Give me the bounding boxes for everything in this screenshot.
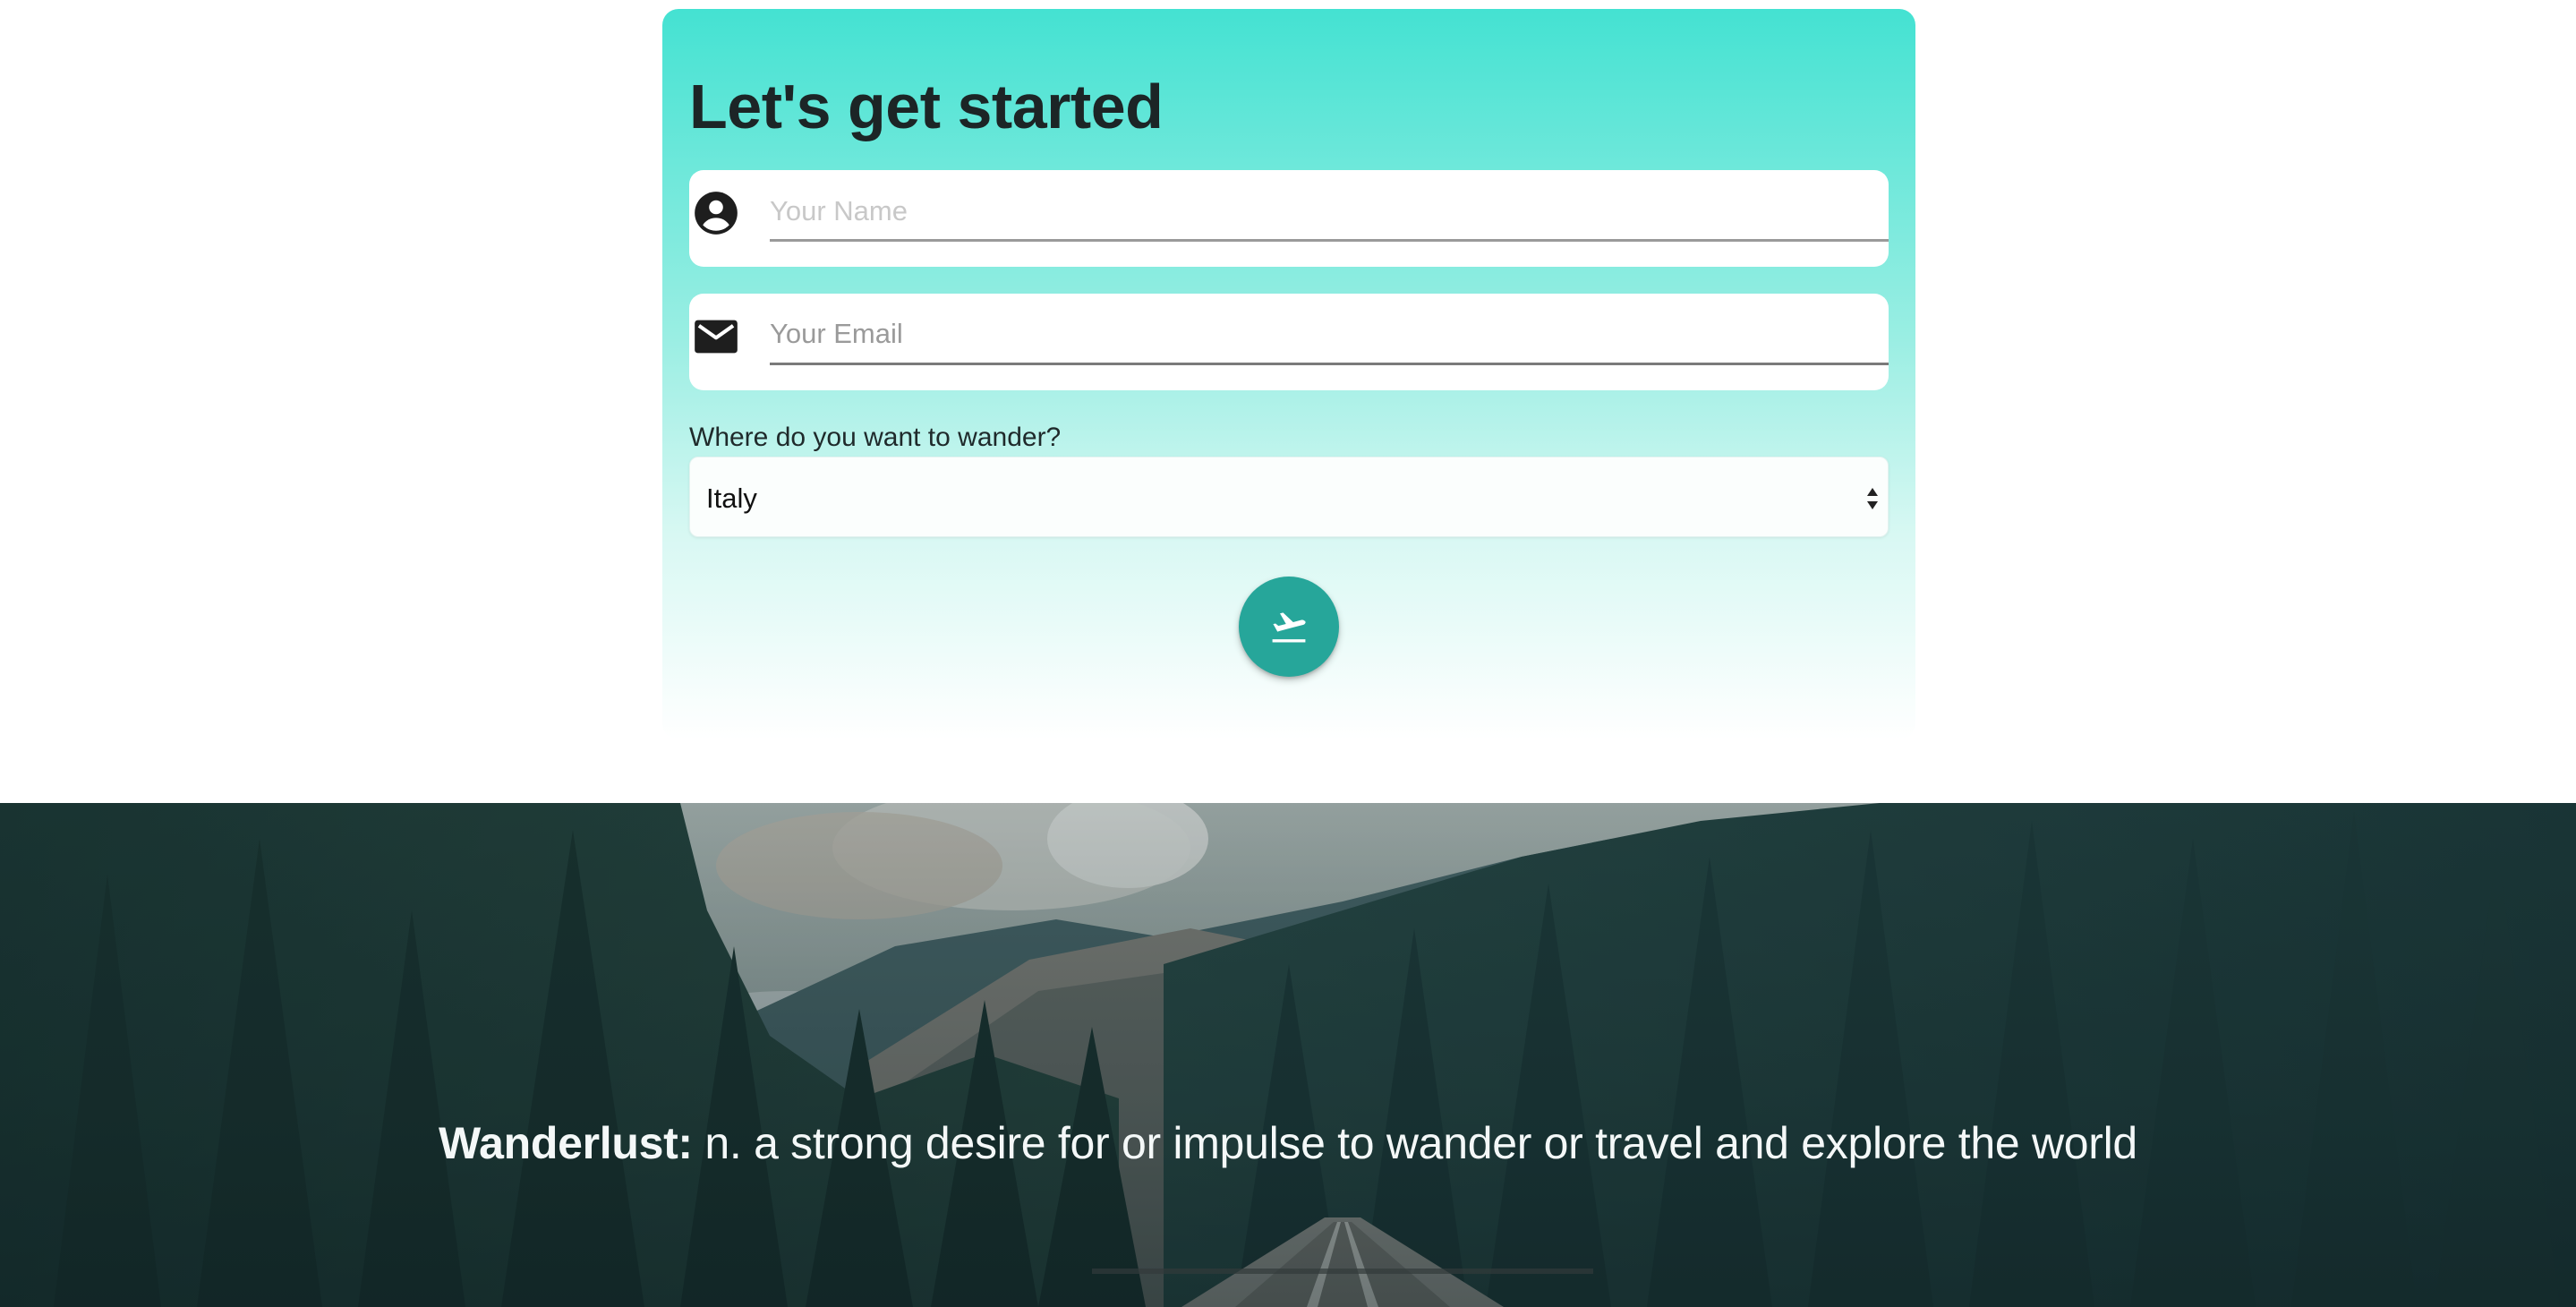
select-arrows-icon — [1864, 484, 1881, 513]
destination-label: Where do you want to wander? — [689, 423, 1062, 452]
signup-card: Let's get started Where do you want to w — [662, 9, 1915, 739]
destination-selected-value: Italy — [706, 483, 757, 514]
email-input[interactable] — [770, 304, 1889, 365]
name-field-container — [689, 170, 1889, 267]
wanderlust-definition: Wanderlust: n. a strong desire for or im… — [0, 1117, 2576, 1169]
name-input[interactable] — [770, 183, 1889, 242]
forest-railway-background — [0, 803, 2576, 1307]
wanderlust-text: n. a strong desire for or impulse to wan… — [692, 1118, 2137, 1168]
card-title: Let's get started — [689, 72, 1164, 141]
hero-banner: Wanderlust: n. a strong desire for or im… — [0, 803, 2576, 1307]
destination-select[interactable]: Italy — [689, 457, 1889, 537]
flight-takeoff-icon — [1272, 612, 1306, 643]
mail-icon — [693, 313, 739, 360]
submit-button[interactable] — [1239, 577, 1339, 677]
wanderlust-term: Wanderlust: — [439, 1118, 693, 1168]
account-circle-icon — [693, 190, 739, 236]
email-field-container — [689, 294, 1889, 390]
page: Let's get started Where do you want to w — [0, 0, 2576, 1307]
